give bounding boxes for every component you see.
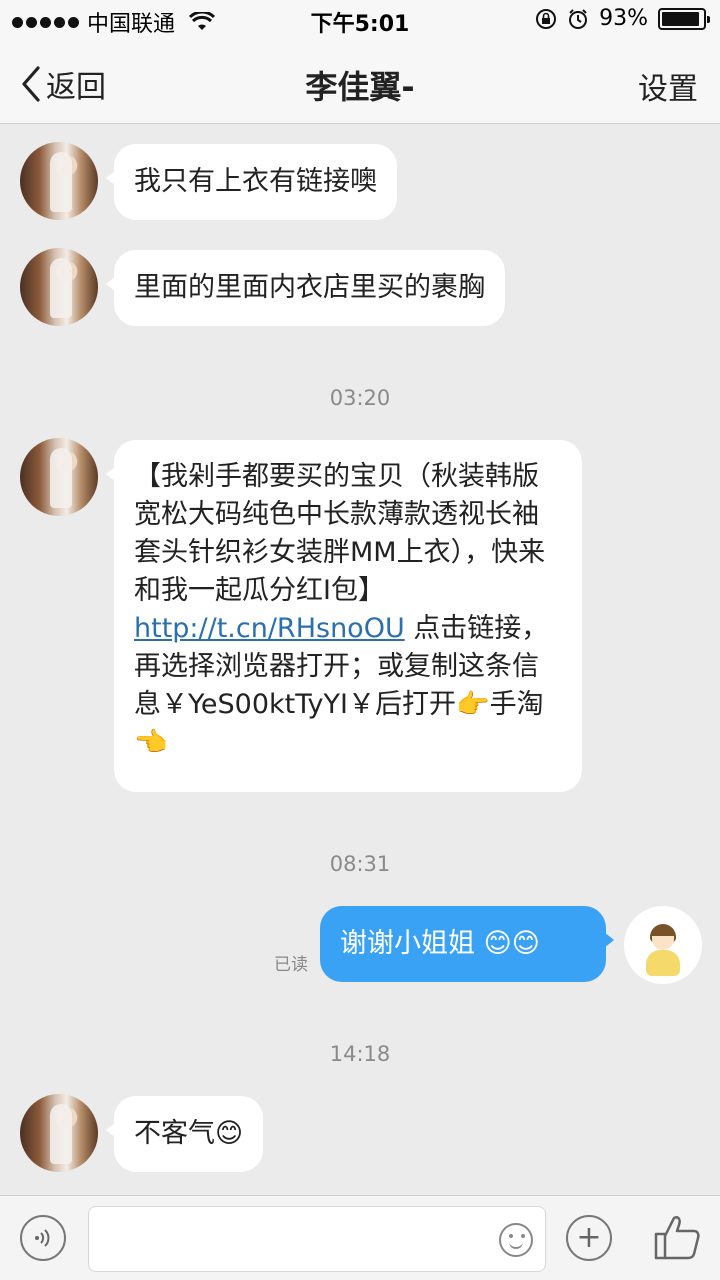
message-bubble-link[interactable]: 【我剁手都要买的宝贝（秋装韩版宽松大码纯色中长款薄款透视长袖套头针织衫女装胖MM… [106,440,582,792]
rotation-lock-icon [536,8,557,29]
top-bar: 中国联通 下午5:01 93% 返回 李佳翼- 设置 [0,0,720,124]
contact-avatar[interactable] [20,438,98,516]
timestamp: 08:31 [329,852,391,876]
contact-avatar[interactable] [20,248,98,326]
message-input[interactable] [88,1206,546,1272]
settings-button[interactable]: 设置 [638,64,698,108]
message-bubble[interactable]: 我只有上衣有链接噢 [106,144,397,220]
message-link[interactable]: http://t.cn/RHsnoOU [134,613,405,644]
voice-icon[interactable] [20,1215,66,1261]
my-avatar[interactable] [624,906,702,984]
timestamp: 03:20 [329,386,391,410]
contact-avatar[interactable] [20,1094,98,1172]
timestamp: 14:18 [329,1042,391,1066]
battery-fill [662,11,700,26]
contact-avatar[interactable] [20,142,98,220]
message-text: 不客气😊 [134,1118,244,1149]
battery-icon [658,7,710,30]
battery-percent: 93% [599,6,648,31]
input-bar: + [0,1195,720,1280]
status-right: 93% [535,6,710,31]
message-text: 谢谢小姐姐 😊😊 [340,928,540,959]
plus-icon[interactable]: + [566,1215,612,1261]
status-bar: 中国联通 下午5:01 93% [0,0,720,40]
alarm-icon [569,8,588,29]
message-bubble[interactable]: 里面的里面内衣店里买的裹胸 [106,250,505,326]
nav-bar: 返回 李佳翼- 设置 [0,40,720,124]
thumbs-up-icon[interactable] [652,1212,702,1266]
sound-waves-icon [35,1229,50,1247]
my-message-bubble[interactable]: 谢谢小姐姐 😊😊 [320,906,614,982]
chat-title: 李佳翼- [305,68,415,106]
read-receipt: 已读 [274,955,308,975]
message-text: 里面的里面内衣店里买的裹胸 [134,272,485,303]
message-text: 【我剁手都要买的宝贝（秋装韩版宽松大码纯色中长款薄款透视长袖套头针织衫女装胖MM… [134,461,546,606]
message-bubble[interactable]: 不客气😊 [105,1096,264,1172]
emoji-icon[interactable] [499,1223,533,1257]
message-text: 我只有上衣有链接噢 [134,166,377,197]
